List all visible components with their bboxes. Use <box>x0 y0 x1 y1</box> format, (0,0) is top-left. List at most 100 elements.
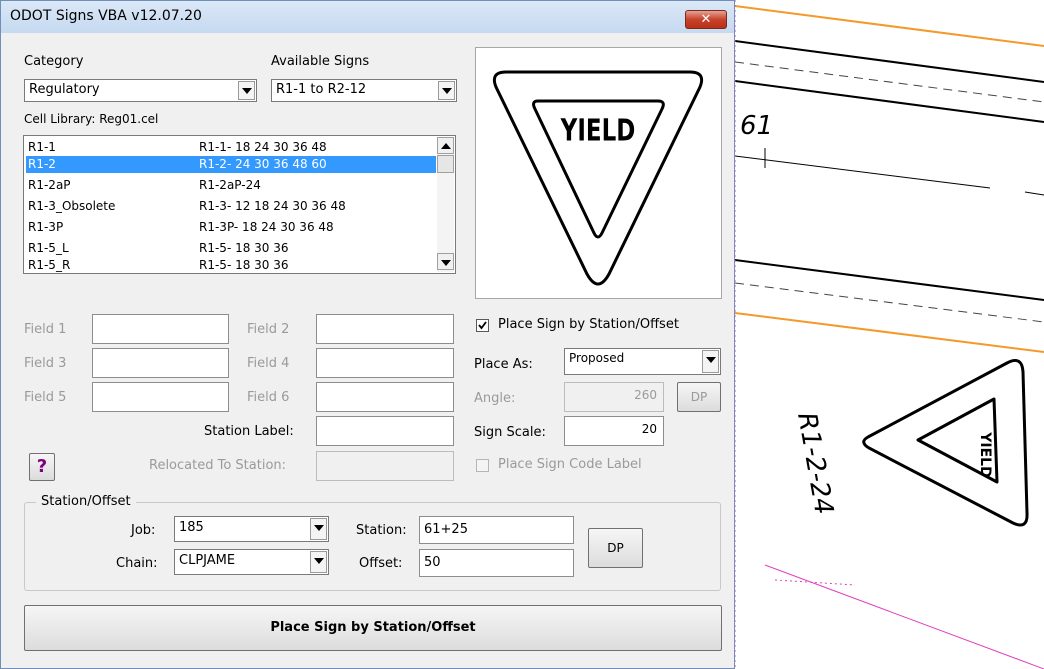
sign-code: R1-1 <box>28 140 56 154</box>
job-dropdown[interactable]: 185 <box>174 516 329 542</box>
cad-canvas: YIELD 61 R1-2-24 <box>735 0 1044 669</box>
sign-sizes: R1-3P- 18 24 30 36 48 <box>199 220 334 234</box>
sign-preview: YIELD <box>475 47 722 299</box>
cad-sign-text: YIELD <box>977 431 993 477</box>
cad-centerline <box>735 155 991 189</box>
sign-list[interactable]: R1-1 R1-1- 18 24 30 36 48 R1-2 R1-2- 24 … <box>23 135 456 274</box>
field5-input[interactable] <box>92 382 229 412</box>
list-item-selected[interactable]: R1-2 R1-2- 24 30 36 48 60 <box>26 156 436 173</box>
sign-scale-label: Sign Scale: <box>474 425 546 440</box>
help-button[interactable]: ? <box>29 453 55 481</box>
sign-code: R1-5_R <box>28 258 71 272</box>
list-item[interactable]: R1-2aP R1-2aP-24 <box>26 177 436 194</box>
title-bar[interactable]: ODOT Signs VBA v12.07.20 ✕ <box>1 1 734 33</box>
field1-input[interactable] <box>92 314 229 344</box>
field4-label: Field 4 <box>247 356 290 371</box>
field6-label: Field 6 <box>247 390 290 405</box>
place-sign-button[interactable]: Place Sign by Station/Offset <box>24 605 722 651</box>
job-label: Job: <box>131 523 156 538</box>
chevron-down-icon[interactable] <box>238 81 255 100</box>
station-dp-button[interactable]: DP <box>588 528 643 568</box>
close-button[interactable]: ✕ <box>685 10 727 29</box>
category-label: Category <box>24 54 84 69</box>
cad-magenta-line <box>764 564 1044 669</box>
field3-input[interactable] <box>92 348 229 378</box>
code-label-label: Place Sign Code Label <box>498 457 642 472</box>
list-item[interactable]: R1-5_L R1-5- 18 30 36 <box>26 240 436 257</box>
cad-dashed-line-1 <box>735 61 1044 103</box>
sign-sizes: R1-2aP-24 <box>199 178 261 192</box>
cad-black-line-2 <box>735 80 1044 123</box>
chain-value: CLPJAME <box>179 553 236 568</box>
chevron-down-icon[interactable] <box>438 81 455 100</box>
offset-label: Offset: <box>359 556 403 571</box>
available-signs-label: Available Signs <box>271 54 370 69</box>
field2-input[interactable] <box>316 314 454 344</box>
category-dropdown[interactable]: Regulatory <box>24 79 257 102</box>
place-as-value: Proposed <box>569 351 625 365</box>
code-label-checkbox[interactable] <box>476 459 489 472</box>
category-value: Regulatory <box>29 82 100 97</box>
station-value: 61+25 <box>424 522 468 537</box>
available-signs-value: R1-1 to R2-12 <box>276 82 367 97</box>
sign-sizes: R1-2- 24 30 36 48 60 <box>199 157 327 171</box>
chevron-down-icon[interactable] <box>310 551 327 573</box>
field6-input[interactable] <box>316 382 454 412</box>
sign-code: R1-3P <box>28 220 64 234</box>
cad-black-line-3 <box>735 259 1044 301</box>
sign-code: R1-2 <box>28 157 56 171</box>
offset-value: 50 <box>424 555 441 570</box>
chain-dropdown[interactable]: CLPJAME <box>174 549 329 575</box>
sign-scale-input[interactable]: 20 <box>564 416 664 446</box>
cad-yield-sign[interactable]: YIELD <box>862 359 1029 527</box>
cad-drawing-area[interactable]: YIELD 61 R1-2-24 <box>735 0 1044 669</box>
cad-centerline-end <box>1024 191 1044 196</box>
scroll-up-icon[interactable] <box>437 137 454 154</box>
sign-code: R1-5_L <box>28 241 69 255</box>
list-item[interactable]: R1-1 R1-1- 18 24 30 36 48 <box>26 139 436 156</box>
angle-dp-button[interactable]: DP <box>677 382 721 412</box>
field3-label: Field 3 <box>24 356 67 371</box>
station-offset-legend: Station/Offset <box>36 494 136 509</box>
place-by-station-checkbox[interactable] <box>476 319 489 332</box>
sign-sizes: R1-5- 18 30 36 <box>199 258 289 272</box>
angle-label: Angle: <box>474 391 516 406</box>
station-label-input[interactable] <box>316 416 454 446</box>
station-label: Station: <box>356 523 407 538</box>
cad-orange-line-top <box>735 5 1044 47</box>
field5-label: Field 5 <box>24 390 67 405</box>
cad-sign-label: R1-2-24 <box>791 410 838 517</box>
cad-orange-line-bottom <box>735 312 1044 353</box>
available-signs-dropdown[interactable]: R1-1 to R2-12 <box>271 79 457 102</box>
cad-black-line-1 <box>735 40 1044 83</box>
list-item[interactable]: R1-5_R R1-5- 18 30 36 <box>26 257 436 273</box>
sign-code: R1-2aP <box>28 178 71 192</box>
list-item[interactable]: R1-3P R1-3P- 18 24 30 36 48 <box>26 219 436 236</box>
angle-input[interactable]: 260 <box>564 382 664 412</box>
field4-input[interactable] <box>316 348 454 378</box>
preview-sign-text: YIELD <box>560 113 635 148</box>
list-item[interactable]: R1-3_Obsolete R1-3- 12 18 24 30 36 48 <box>26 198 436 215</box>
place-as-dropdown[interactable]: Proposed <box>564 348 721 375</box>
sign-code: R1-3_Obsolete <box>28 199 116 213</box>
window-title: ODOT Signs VBA v12.07.20 <box>10 8 202 24</box>
cad-magenta-dotted <box>774 579 856 586</box>
field2-label: Field 2 <box>247 322 290 337</box>
chevron-down-icon[interactable] <box>310 518 327 540</box>
sign-sizes: R1-5- 18 30 36 <box>199 241 289 255</box>
station-input[interactable]: 61+25 <box>419 516 574 544</box>
cad-dashed-line-2 <box>735 282 1044 323</box>
sign-scale-value: 20 <box>641 422 657 436</box>
list-scrollbar[interactable] <box>437 137 454 272</box>
scroll-thumb[interactable] <box>437 155 454 173</box>
scroll-down-icon[interactable] <box>437 253 454 270</box>
checkmark-icon <box>478 321 487 330</box>
cad-station-text: 61 <box>740 111 773 141</box>
sign-sizes: R1-3- 12 18 24 30 36 48 <box>199 199 346 213</box>
station-label-label: Station Label: <box>204 424 294 439</box>
offset-input[interactable]: 50 <box>419 549 574 577</box>
cell-library-label: Cell Library: Reg01.cel <box>24 112 159 126</box>
signs-dialog: ODOT Signs VBA v12.07.20 ✕ Category Regu… <box>0 0 735 669</box>
chevron-down-icon[interactable] <box>702 350 719 373</box>
relocated-input[interactable] <box>316 451 454 481</box>
